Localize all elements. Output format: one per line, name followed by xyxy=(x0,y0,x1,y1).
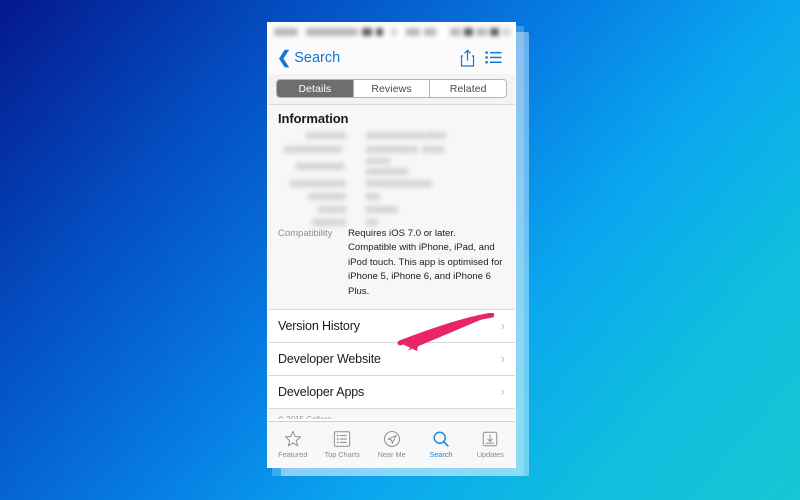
tab-bar-item-top-charts[interactable]: Top Charts xyxy=(317,430,366,459)
row-label: Developer Website xyxy=(278,351,381,366)
back-button[interactable]: ❮ Search xyxy=(277,47,341,67)
row-developer-website[interactable]: Developer Website › xyxy=(268,342,515,376)
screenshot-canvas: ❮ Search Details Reviews Related Informa… xyxy=(0,0,800,500)
row-developer-apps[interactable]: Developer Apps › xyxy=(268,375,515,409)
share-icon[interactable] xyxy=(454,49,480,67)
tab-bar-item-near-me[interactable]: Near Me xyxy=(367,430,416,459)
compatibility-row: Compatibility Requires iOS 7.0 or later.… xyxy=(268,225,515,309)
phone-screenshot: ❮ Search Details Reviews Related Informa… xyxy=(267,22,516,468)
tab-bar-label: Near Me xyxy=(377,450,406,459)
segmented-control-container: Details Reviews Related xyxy=(268,74,515,105)
copyright-text: © 2015 Collara xyxy=(268,408,515,419)
search-icon xyxy=(432,430,450,448)
chevron-right-icon: › xyxy=(500,318,505,334)
tab-bar: Featured Top Charts Near Me Search Updat… xyxy=(268,421,515,467)
tab-bar-label: Featured xyxy=(278,450,308,459)
segmented-control: Details Reviews Related xyxy=(276,79,507,98)
chevron-right-icon: › xyxy=(500,351,505,367)
tab-bar-item-featured[interactable]: Featured xyxy=(268,430,317,459)
chevron-left-icon: ❮ xyxy=(277,47,292,67)
navigation-bar: ❮ Search xyxy=(268,41,515,74)
tab-bar-item-updates[interactable]: Updates xyxy=(466,430,515,459)
list-bullet-icon xyxy=(333,430,351,448)
information-section-title: Information xyxy=(278,111,349,126)
tab-bar-label: Search xyxy=(429,450,453,459)
back-button-label: Search xyxy=(294,49,341,66)
details-content: Information Compatibility Requires iOS 7… xyxy=(268,105,515,419)
list-icon[interactable] xyxy=(480,51,506,64)
compatibility-label: Compatibility xyxy=(278,228,333,239)
tab-reviews[interactable]: Reviews xyxy=(352,80,430,97)
download-icon xyxy=(481,430,499,448)
compatibility-value: Requires iOS 7.0 or later. Compatible wi… xyxy=(348,228,503,297)
tab-bar-label: Top Charts xyxy=(324,450,360,459)
status-bar xyxy=(268,23,515,41)
row-label: Developer Apps xyxy=(278,384,365,399)
row-version-history[interactable]: Version History › xyxy=(268,309,515,343)
row-label: Version History xyxy=(278,318,360,333)
chevron-right-icon: › xyxy=(500,384,505,400)
information-table-blurred xyxy=(278,130,505,226)
tab-details[interactable]: Details xyxy=(277,80,353,97)
tab-bar-item-search[interactable]: Search xyxy=(416,430,465,459)
link-rows: Version History › Developer Website › De… xyxy=(268,308,515,409)
tab-related[interactable]: Related xyxy=(429,80,506,97)
star-icon xyxy=(284,430,302,448)
tab-bar-label: Updates xyxy=(476,450,504,459)
navigation-icon xyxy=(383,430,401,448)
